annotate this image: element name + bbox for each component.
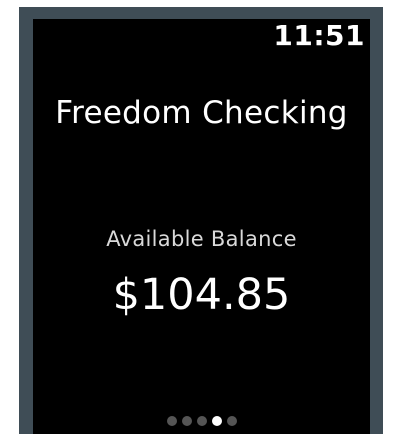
page-dot[interactable] — [196, 416, 207, 426]
page-dot[interactable] — [226, 416, 237, 426]
page-dot[interactable] — [211, 416, 222, 426]
watch-screen: 11:51 Freedom Checking Available Balance… — [33, 19, 370, 434]
clock-time: 11:51 — [273, 19, 365, 52]
available-balance-value: $104.85 — [112, 270, 291, 320]
available-balance-label: Available Balance — [106, 227, 297, 251]
account-title: Freedom Checking — [55, 95, 348, 131]
page-dot[interactable] — [181, 416, 192, 426]
page-indicator[interactable] — [33, 416, 370, 428]
page-dot[interactable] — [166, 416, 177, 426]
